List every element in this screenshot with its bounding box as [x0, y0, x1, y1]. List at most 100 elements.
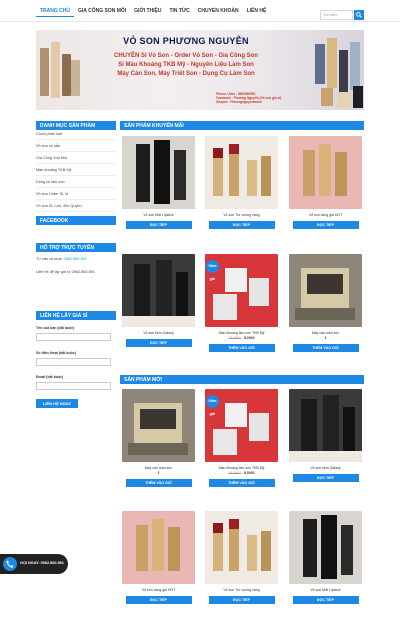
banner-line-2: Sỉ Màu Khoáng TKB Mỹ - Nguyên Liệu Làm S…	[118, 62, 254, 68]
product-price: 15,000₫ 8,000₫	[205, 471, 278, 475]
banner-lipstick-tubes-left	[40, 40, 80, 100]
product-name[interactable]: Vỏ son Trơ vuông vàng	[205, 213, 278, 217]
category-item[interactable]: Màu khoáng TKB Mỹ	[36, 164, 116, 176]
product-price: ₫	[289, 336, 362, 340]
product-card[interactable]: Giảm giá! Màu khoáng làm son TKB Mỹ 15,0…	[205, 389, 278, 487]
read-more-button[interactable]: ĐỌC TIẾP	[125, 339, 192, 347]
product-card[interactable]: Giảm giá! Màu khoáng làm son TKB Mỹ 15,0…	[205, 254, 278, 352]
banner-lipstick-display-right	[315, 38, 363, 108]
banner-line-3: Máy Cán Son, Máy Triết Son - Dụng Cụ Làm…	[117, 71, 255, 77]
call-now-button[interactable]: GỌI NGAY: 0962.860.591	[0, 554, 68, 574]
nav-lipstick-processing[interactable]: Gia Công Son Môi	[74, 6, 130, 17]
product-card[interactable]: Vỏ son Trơ vuông vàng ĐỌC TIẾP	[205, 511, 278, 604]
nav-contact[interactable]: Liên hệ	[243, 6, 271, 17]
product-card[interactable]: Vỏ son Trơ vuông vàng ĐỌC TIẾP	[205, 136, 278, 229]
product-card[interactable]: Vỏ son kem Galaxy ĐỌC TIẾP	[122, 254, 195, 347]
category-item[interactable]: Vỏ son Order SL lố	[36, 188, 116, 200]
product-card[interactable]: Vỏ son kem Galaxy ĐỌC TIẾP	[289, 389, 362, 482]
category-list: Chưa phân loại Vỏ son có sẵn Gia Công So…	[36, 128, 116, 212]
search-button[interactable]	[354, 10, 364, 20]
contact-submit-button[interactable]: LIÊN HỆ NGAY	[36, 399, 78, 408]
nav-news[interactable]: Tin tức	[165, 6, 193, 17]
add-to-cart-button[interactable]: THÊM VÀO GIỎ	[125, 479, 192, 487]
category-item[interactable]: Chưa phân loại	[36, 128, 116, 140]
product-name[interactable]: Vỏ son Trơ vuông vàng	[205, 588, 278, 592]
product-image[interactable]	[289, 389, 362, 462]
sale-price: 8,000₫	[243, 471, 255, 475]
product-image[interactable]	[205, 511, 278, 584]
product-image[interactable]	[122, 511, 195, 584]
product-name[interactable]: Màu khoáng làm son TKB Mỹ	[205, 466, 278, 470]
banner-shopee: Shopee : Phuongnguyenmami	[216, 100, 262, 104]
product-price: 15,000₫ 8,000₫	[205, 336, 278, 340]
category-item[interactable]: Vỏ son SL Lớn, độc Quyền	[36, 200, 116, 212]
product-name[interactable]: Vỏ son Mát Lipstick	[122, 213, 195, 217]
product-image[interactable]	[289, 511, 362, 584]
read-more-button[interactable]: ĐỌC TIẾP	[208, 596, 275, 604]
sale-badge: Giảm giá!	[206, 395, 219, 416]
support-sales-phone[interactable]: 0962.860.591	[64, 257, 87, 261]
product-name[interactable]: Vỏ son vàng gai HOT	[122, 588, 195, 592]
sale-price: ₫	[324, 336, 327, 340]
banner-title: VỎ SON PHƯƠNG NGUYỄN	[123, 36, 249, 46]
product-image[interactable]: Giảm giá!	[205, 389, 278, 462]
product-image[interactable]	[205, 136, 278, 209]
product-card[interactable]: Vỏ son vàng gai HOT ĐỌC TIẾP	[122, 511, 195, 604]
category-item[interactable]: Gia Công Son Môi	[36, 152, 116, 164]
product-image[interactable]	[122, 389, 195, 462]
support-sales: Tư vấn và mua: 0962.860.591	[36, 257, 87, 261]
product-card[interactable]: Máy cán màu son ₫ THÊM VÀO GIỎ	[122, 389, 195, 487]
sidebar-contact-title: Liên hệ lấy giá sỉ	[36, 311, 116, 320]
nav-about[interactable]: Giới thiệu	[130, 6, 165, 17]
add-to-cart-button[interactable]: THÊM VÀO GIỎ	[208, 344, 275, 352]
product-card[interactable]: Vỏ son vàng gai HOT ĐỌC TIẾP	[289, 136, 362, 229]
product-price: ₫	[122, 471, 195, 475]
product-name[interactable]: Vỏ son kem Galaxy	[122, 331, 195, 335]
hero-banner[interactable]: VỎ SON PHƯƠNG NGUYỄN CHUYÊN Sỉ Vỏ Son - …	[36, 30, 364, 110]
old-price: 15,000₫	[228, 336, 241, 340]
product-card[interactable]: Vỏ son Mát Lipstick ĐỌC TIẾP	[122, 136, 195, 229]
nav-transfer[interactable]: Chuyển khoản	[194, 6, 243, 17]
product-name[interactable]: Màu khoáng làm son TKB Mỹ	[205, 331, 278, 335]
product-name[interactable]: Máy cán màu son	[289, 331, 362, 335]
support-sales-label: Tư vấn và mua	[36, 257, 62, 261]
read-more-button[interactable]: ĐỌC TIẾP	[292, 221, 359, 229]
phone-input[interactable]	[36, 358, 111, 366]
product-image[interactable]: Giảm giá!	[205, 254, 278, 327]
product-image[interactable]	[122, 136, 195, 209]
read-more-button[interactable]: ĐỌC TIẾP	[125, 596, 192, 604]
name-field-label: Tên của bạn (bắt buộc)	[36, 326, 75, 330]
product-card[interactable]: Vỏ son Mát Lipstick ĐỌC TIẾP	[289, 511, 362, 604]
read-more-button[interactable]: ĐỌC TIẾP	[125, 221, 192, 229]
product-image[interactable]	[122, 254, 195, 327]
product-name[interactable]: Máy cán màu son	[122, 466, 195, 470]
read-more-button[interactable]: ĐỌC TIẾP	[208, 221, 275, 229]
support-wholesale: Liên hệ để lấy giá sỉ: 0962.860.591	[36, 270, 95, 274]
product-name[interactable]: Vỏ son vàng gai HOT	[289, 213, 362, 217]
category-item[interactable]: Vỏ son có sẵn	[36, 140, 116, 152]
top-navigation: Trang chủ Gia Công Son Môi Giới thiệu Ti…	[0, 0, 400, 22]
read-more-button[interactable]: ĐỌC TIẾP	[292, 474, 359, 482]
promo-section-title: Sản phẩm khuyến mãi	[120, 121, 364, 130]
product-image[interactable]	[289, 136, 362, 209]
read-more-button[interactable]: ĐỌC TIẾP	[292, 596, 359, 604]
add-to-cart-button[interactable]: THÊM VÀO GIỎ	[208, 479, 275, 487]
category-item[interactable]: Dụng cụ làm son	[36, 176, 116, 188]
main-menu: Trang chủ Gia Công Son Môi Giới thiệu Ti…	[36, 6, 270, 17]
phone-icon	[3, 557, 17, 571]
email-input[interactable]	[36, 382, 111, 390]
add-to-cart-button[interactable]: THÊM VÀO GIỎ	[292, 344, 359, 352]
search-icon	[356, 12, 362, 18]
sidebar-support-title: Hỗ trợ trực tuyến	[36, 243, 116, 252]
product-name[interactable]: Vỏ son Mát Lipstick	[289, 588, 362, 592]
name-input[interactable]	[36, 333, 111, 341]
product-image[interactable]	[289, 254, 362, 327]
new-section-title: Sản phẩm mới	[120, 375, 364, 384]
nav-home[interactable]: Trang chủ	[36, 6, 74, 17]
product-card[interactable]: Máy cán màu son ₫ THÊM VÀO GIỎ	[289, 254, 362, 352]
sale-price: ₫	[157, 471, 160, 475]
product-name[interactable]: Vỏ son kem Galaxy	[289, 466, 362, 470]
phone-field-label: Số điện thoại (bắt buộc)	[36, 351, 76, 355]
email-field-label: Email (bắt buộc)	[36, 375, 64, 379]
search-input[interactable]: Tìm kiếm	[320, 10, 353, 20]
